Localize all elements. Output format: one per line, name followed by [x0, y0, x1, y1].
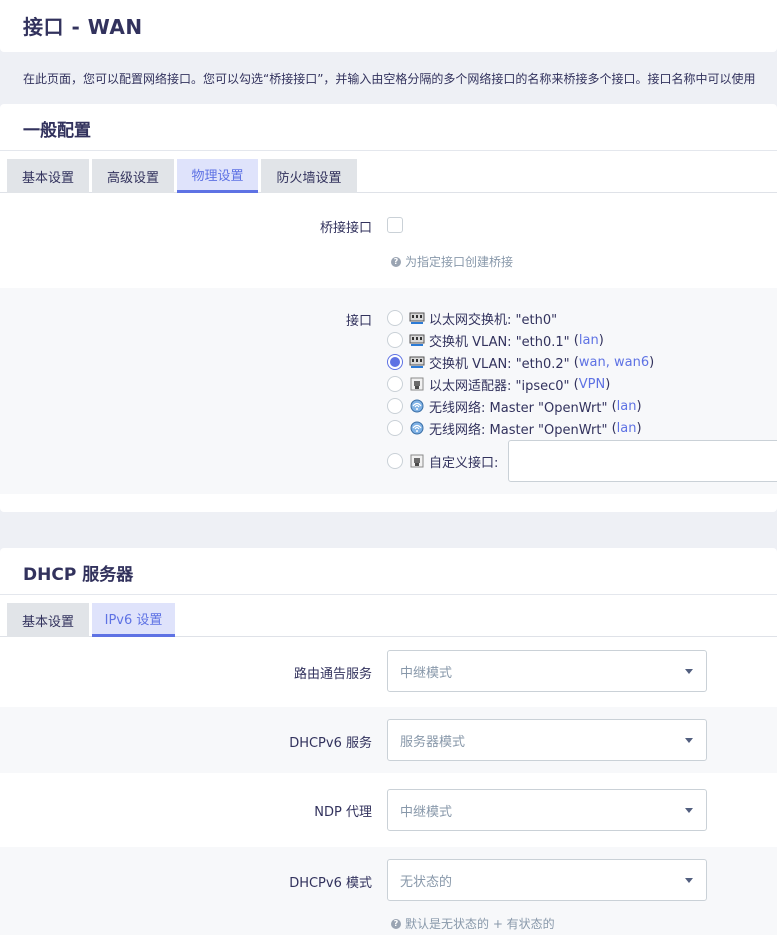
- dhcpv6-mode-value: 无状态的: [400, 874, 453, 890]
- chevron-down-icon: [685, 738, 693, 743]
- network-paren-close: ): [636, 420, 642, 436]
- interface-radio[interactable]: [387, 310, 403, 326]
- interface-option[interactable]: 以太网交换机: "eth0": [387, 308, 557, 328]
- custom-interface-input[interactable]: [508, 440, 777, 482]
- ndp-proxy-label: NDP 代理: [314, 805, 372, 820]
- dhcpv6-service-select[interactable]: 服务器模式: [387, 719, 707, 761]
- ra-service-select[interactable]: 中继模式: [387, 650, 707, 692]
- network-paren-close: ): [605, 376, 611, 392]
- tab-firewall-settings[interactable]: 防火墙设置: [261, 159, 357, 193]
- wifi-icon: [410, 399, 424, 413]
- bridge-label: 桥接接口: [319, 221, 372, 236]
- dhcp-tabbar: 基本设置 IPv6 设置: [0, 603, 777, 637]
- network-paren-close: ): [649, 354, 655, 370]
- ndp-proxy-value: 中继模式: [400, 804, 453, 820]
- ethernet-adapter-icon: [410, 377, 424, 391]
- chevron-down-icon: [685, 808, 693, 813]
- help-icon: ?: [391, 256, 401, 267]
- dhcpv6-mode-row: DHCPv6 模式 无状态的 ? 默认是无状态的 + 有状态的: [0, 847, 777, 935]
- dhcpv6-service-label: DHCPv6 服务: [289, 736, 372, 751]
- tab-advanced-settings[interactable]: 高级设置: [92, 159, 174, 193]
- dhcpv6-mode-hint-text: 默认是无状态的 + 有状态的: [405, 917, 555, 931]
- interface-option[interactable]: 交换机 VLAN: "eth0.2" (wan, wan6): [387, 352, 654, 372]
- interface-option-text: 交换机 VLAN: "eth0.2": [429, 356, 574, 372]
- dhcpv6-mode-select[interactable]: 无状态的: [387, 859, 707, 901]
- custom-interface-option[interactable]: 自定义接口:: [387, 451, 498, 471]
- interface-option-text: 无线网络: Master "OpenWrt": [429, 400, 612, 416]
- dhcpv6-service-value: 服务器模式: [400, 734, 466, 750]
- dhcp-server-section: DHCP 服务器 基本设置 IPv6 设置 路由通告服务 中继模式 DHCPv6…: [0, 548, 777, 935]
- ra-service-label: 路由通告服务: [293, 667, 372, 682]
- interface-option[interactable]: 无线网络: Master "OpenWrt" (lan): [387, 418, 642, 438]
- network-paren-close: ): [636, 398, 642, 414]
- page-header: 接口 - WAN: [0, 0, 777, 52]
- interface-option[interactable]: 交换机 VLAN: "eth0.1" (lan): [387, 330, 604, 350]
- ra-service-value: 中继模式: [400, 665, 453, 681]
- divider: [0, 594, 777, 595]
- chevron-down-icon: [685, 878, 693, 883]
- general-config-section: 一般配置 基本设置 高级设置 物理设置 防火墙设置 桥接接口 ? 为指定接口创建…: [0, 104, 777, 512]
- page-description: 在此页面，您可以配置网络接口。您可以勾选“桥接接口”，并输入由空格分隔的多个网络…: [23, 72, 756, 86]
- interface-label: 接口: [345, 314, 372, 329]
- divider: [0, 150, 777, 151]
- interface-option-text: 以太网适配器: "ipsec0": [429, 378, 574, 394]
- ndp-proxy-row: NDP 代理 中继模式: [0, 773, 777, 847]
- ra-service-row: 路由通告服务 中继模式: [0, 637, 777, 707]
- network-link[interactable]: VPN: [579, 377, 605, 392]
- ethernet-adapter-icon: [410, 454, 424, 468]
- switch-icon: [409, 356, 425, 368]
- section-title: 一般配置: [23, 121, 91, 141]
- interface-radio[interactable]: [387, 420, 403, 436]
- page-title: 接口 - WAN: [23, 15, 143, 39]
- dhcpv6-service-row: DHCPv6 服务 服务器模式: [0, 707, 777, 773]
- bridge-checkbox[interactable]: [387, 217, 403, 233]
- custom-interface-label: 自定义接口:: [429, 455, 499, 471]
- network-paren-close: ): [598, 332, 604, 348]
- wifi-icon: [410, 421, 424, 435]
- network-link[interactable]: lan: [579, 333, 599, 348]
- bridge-hint: ? 为指定接口创建桥接: [391, 253, 513, 270]
- custom-interface-radio[interactable]: [387, 453, 403, 469]
- network-link[interactable]: lan: [617, 421, 637, 436]
- help-icon: ?: [391, 918, 401, 929]
- interface-radio[interactable]: [387, 354, 403, 370]
- tab-basic-settings[interactable]: 基本设置: [7, 603, 89, 637]
- interface-radio[interactable]: [387, 398, 403, 414]
- tab-ipv6-settings[interactable]: IPv6 设置: [92, 603, 175, 637]
- ndp-proxy-select[interactable]: 中继模式: [387, 789, 707, 831]
- interface-radio[interactable]: [387, 376, 403, 392]
- interface-radio[interactable]: [387, 332, 403, 348]
- network-link[interactable]: wan, wan6: [579, 355, 649, 370]
- tab-physical-settings[interactable]: 物理设置: [177, 159, 258, 193]
- network-link[interactable]: lan: [617, 399, 637, 414]
- section-title: DHCP 服务器: [23, 565, 134, 585]
- bridge-hint-text: 为指定接口创建桥接: [405, 255, 514, 269]
- dhcpv6-mode-label: DHCPv6 模式: [289, 876, 372, 891]
- interface-option[interactable]: 以太网适配器: "ipsec0" (VPN): [387, 374, 610, 394]
- tab-basic-settings[interactable]: 基本设置: [7, 159, 89, 193]
- chevron-down-icon: [685, 669, 693, 674]
- interface-option-text: 无线网络: Master "OpenWrt": [429, 422, 612, 438]
- bridge-row: 桥接接口 ? 为指定接口创建桥接: [0, 193, 777, 288]
- interface-option[interactable]: 无线网络: Master "OpenWrt" (lan): [387, 396, 642, 416]
- dhcpv6-mode-hint: ? 默认是无状态的 + 有状态的: [391, 915, 555, 932]
- switch-icon: [409, 334, 425, 346]
- interface-row: 接口 以太网交换机: "eth0" 交换机 VLAN: "eth0.1" (lan…: [0, 288, 777, 494]
- general-tabbar: 基本设置 高级设置 物理设置 防火墙设置: [0, 159, 777, 193]
- interface-option-text: 以太网交换机: "eth0": [429, 312, 558, 328]
- interface-option-text: 交换机 VLAN: "eth0.1": [429, 334, 574, 350]
- switch-icon: [409, 312, 425, 324]
